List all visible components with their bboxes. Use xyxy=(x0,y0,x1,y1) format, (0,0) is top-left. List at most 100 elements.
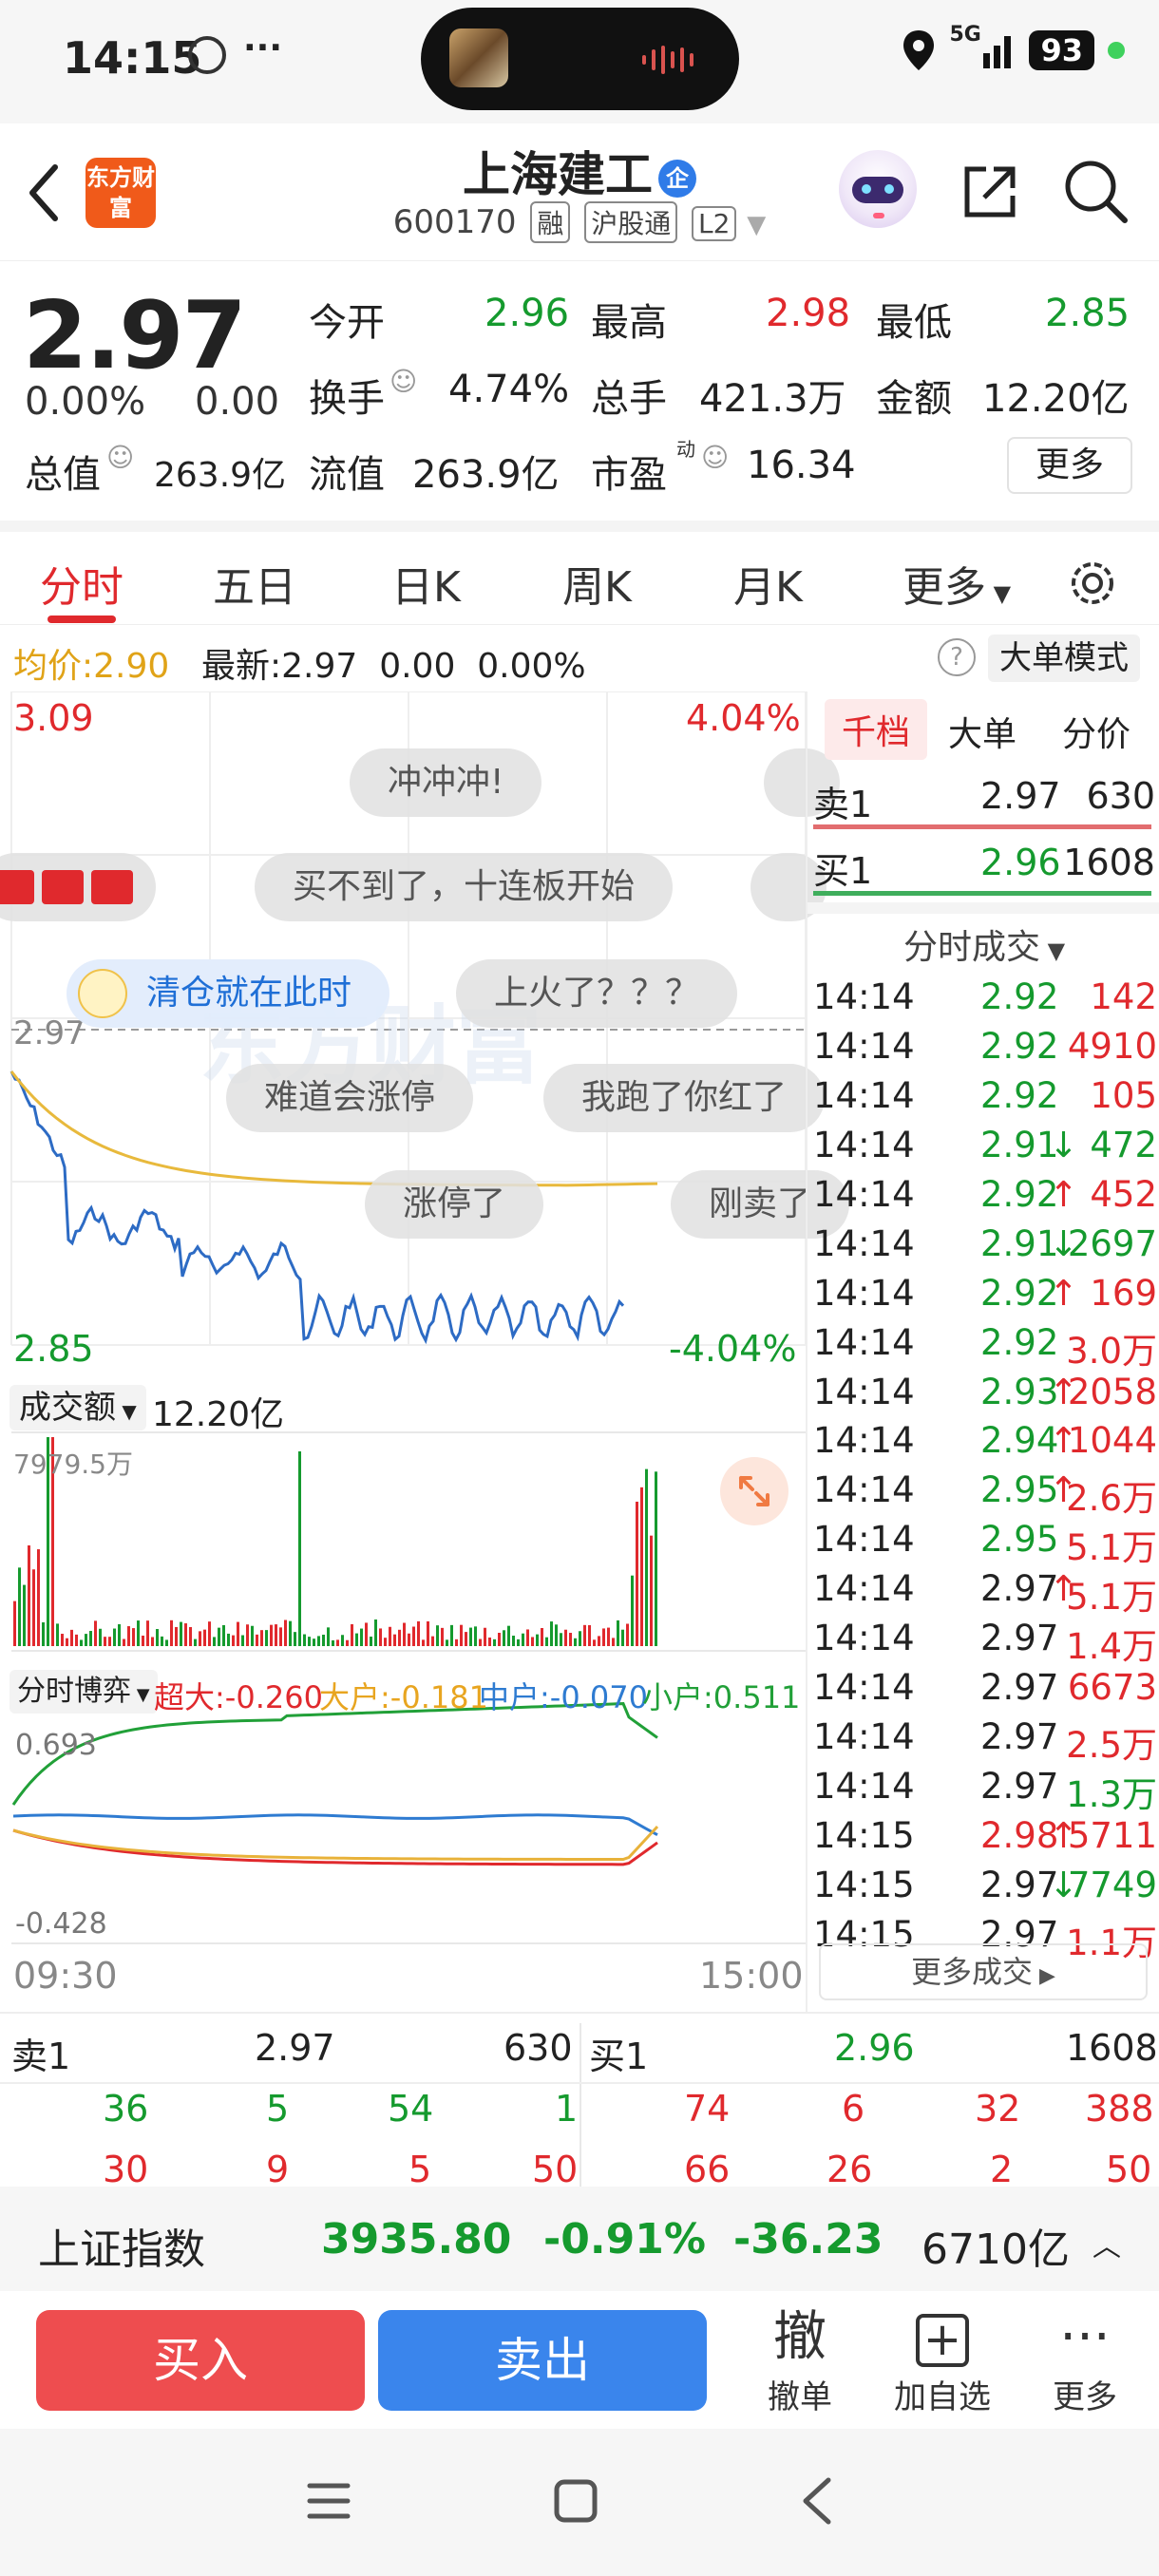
volume-bar xyxy=(545,1637,548,1646)
volume-bar xyxy=(469,1627,472,1646)
volume-bar xyxy=(94,1620,97,1646)
info-icon[interactable]: ☺ xyxy=(106,442,134,473)
volume-bar xyxy=(222,1624,225,1646)
trade-time: 14:14 xyxy=(813,1519,915,1561)
volume-bar xyxy=(99,1628,102,1646)
volume-bar xyxy=(365,1622,368,1646)
volume-bar xyxy=(170,1619,173,1646)
tab-monthly-k[interactable]: 月K xyxy=(733,553,803,614)
tab-daily-k[interactable]: 日K xyxy=(391,553,461,614)
enterprise-badge: 企 xyxy=(658,159,696,198)
trade-price: 2.91 xyxy=(980,1222,1059,1264)
volume-selector[interactable]: 成交额 ▼ xyxy=(10,1385,146,1430)
more-actions-button[interactable]: ··· 更多 xyxy=(1028,2304,1142,2417)
big-order-mode-button[interactable]: 大单模式 xyxy=(988,635,1140,682)
trade-time: 14:14 xyxy=(813,1074,915,1116)
tab-intraday[interactable]: 分时 xyxy=(40,553,124,614)
flow-selector[interactable]: 分时博弈 ▼ xyxy=(10,1670,158,1714)
volume-bar xyxy=(569,1633,572,1646)
depth-sell-label: 卖1 xyxy=(11,2036,71,2077)
trade-row: 14:14 2.92 142 xyxy=(813,976,1157,1026)
chevron-up-icon[interactable]: ︿ xyxy=(1092,2223,1121,2264)
volume-bar xyxy=(436,1625,439,1646)
tab-weekly-k[interactable]: 周K xyxy=(562,553,632,614)
share-icon[interactable] xyxy=(960,161,1020,222)
volume-label: 总手 xyxy=(591,377,667,421)
cancel-order-button[interactable]: 撤 撤单 xyxy=(743,2304,857,2417)
gear-icon[interactable] xyxy=(1064,555,1121,612)
trade-time: 14:14 xyxy=(813,1716,915,1758)
trade-row: 14:14 2.97 ↑ 5.1万 xyxy=(813,1568,1157,1618)
volume-bar xyxy=(417,1620,420,1646)
pe-info-icon[interactable]: ☺ xyxy=(701,442,729,473)
trade-row: 14:14 2.97 2.5万 xyxy=(813,1716,1157,1766)
trade-time: 14:14 xyxy=(813,1667,915,1709)
add-watchlist-button[interactable]: + 加自选 xyxy=(885,2304,999,2417)
change-percent: 0.00% xyxy=(25,380,146,424)
trade-price: 2.91 xyxy=(980,1124,1059,1165)
more-quote-button[interactable]: 更多 xyxy=(1007,437,1132,494)
volume-bar xyxy=(650,1535,653,1646)
volume-bar xyxy=(441,1627,444,1646)
volume-bar xyxy=(583,1624,586,1646)
intraday-chart[interactable]: 3.09 4.04% 2.85 -4.04% 2.97 东方财富 冲冲冲! 买不… xyxy=(0,691,850,2012)
volume-total: 12.20亿 xyxy=(152,1395,285,1434)
volume-bar xyxy=(526,1629,529,1646)
pe-value: 16.34 xyxy=(747,444,856,487)
trade-volume: 6673 xyxy=(1067,1667,1157,1709)
back-nav-icon[interactable] xyxy=(798,2474,836,2528)
volume-bar xyxy=(275,1624,277,1646)
trades-title[interactable]: 分时成交 ▼ xyxy=(808,919,1159,969)
index-change: -36.23 xyxy=(733,2215,884,2263)
tab-book-depth[interactable]: 千档 xyxy=(825,699,928,760)
volume-bar xyxy=(127,1626,130,1646)
volume-bar xyxy=(108,1637,111,1646)
index-value: 3935.80 xyxy=(321,2215,512,2263)
depth-cell: 50 xyxy=(1106,2149,1152,2190)
open-value: 2.96 xyxy=(484,292,570,335)
trade-volume: 4910 xyxy=(1067,1025,1157,1067)
volume-bar xyxy=(208,1621,211,1646)
trade-time: 14:14 xyxy=(813,1568,915,1610)
high-label: 最高 xyxy=(591,301,667,345)
buy-button[interactable]: 买入 xyxy=(36,2310,365,2411)
depth-cell: 26 xyxy=(826,2149,873,2190)
tab-five-day[interactable]: 五日 xyxy=(213,553,296,614)
volume-bar xyxy=(598,1636,600,1646)
help-icon[interactable]: ? xyxy=(938,638,976,676)
menu-icon[interactable] xyxy=(304,2476,353,2526)
book-sell1: 卖1 2.97 630 xyxy=(813,775,1155,825)
search-icon[interactable] xyxy=(1062,158,1129,224)
volume-bar xyxy=(180,1621,182,1646)
volume-bar xyxy=(460,1624,463,1646)
flow-min-label: -0.428 xyxy=(15,1907,107,1941)
volume-bar xyxy=(251,1625,254,1646)
turnover-info-icon[interactable]: ☺ xyxy=(390,366,417,397)
expand-icon[interactable] xyxy=(720,1457,788,1525)
volume-bar xyxy=(393,1634,396,1646)
volume-bar xyxy=(332,1639,334,1646)
trade-time: 14:14 xyxy=(813,1618,915,1659)
trade-price: 2.94 xyxy=(980,1420,1059,1462)
depth-buy-price: 2.96 xyxy=(834,2027,915,2069)
average-price-row: 均价:2.90 最新:2.97 0.00 0.00% ? 大单模式 xyxy=(0,627,1159,690)
index-ticker[interactable]: 上证指数 3935.80 -0.91% -36.23 6710亿 ︿ xyxy=(0,2187,1159,2291)
tab-more[interactable]: 更多 ▼ xyxy=(902,553,1011,614)
volume-bar xyxy=(446,1639,448,1646)
trade-volume: 169 xyxy=(1090,1272,1157,1314)
trade-price: 2.97 xyxy=(980,1864,1059,1905)
tab-price-dist[interactable]: 分价 xyxy=(1062,707,1130,756)
assistant-robot-icon[interactable] xyxy=(839,150,917,228)
sell-button[interactable]: 卖出 xyxy=(378,2310,707,2411)
pe-label: 市盈 xyxy=(591,453,667,497)
volume-bar xyxy=(574,1638,577,1646)
more-trades-button[interactable]: 更多成交 ▶ xyxy=(819,1943,1148,2000)
tab-big-orders[interactable]: 大单 xyxy=(948,707,1016,756)
trade-time: 14:14 xyxy=(813,976,915,1017)
volume-bar xyxy=(370,1637,372,1646)
home-icon[interactable] xyxy=(551,2476,600,2526)
volume-bar xyxy=(503,1630,505,1646)
danmu-comment xyxy=(0,853,156,921)
stock-header: 东方财富 上海建工企 600170 融 沪股通 L2 ▼ xyxy=(0,123,1159,261)
volume-max-label: 7979.5万 xyxy=(13,1449,133,1480)
